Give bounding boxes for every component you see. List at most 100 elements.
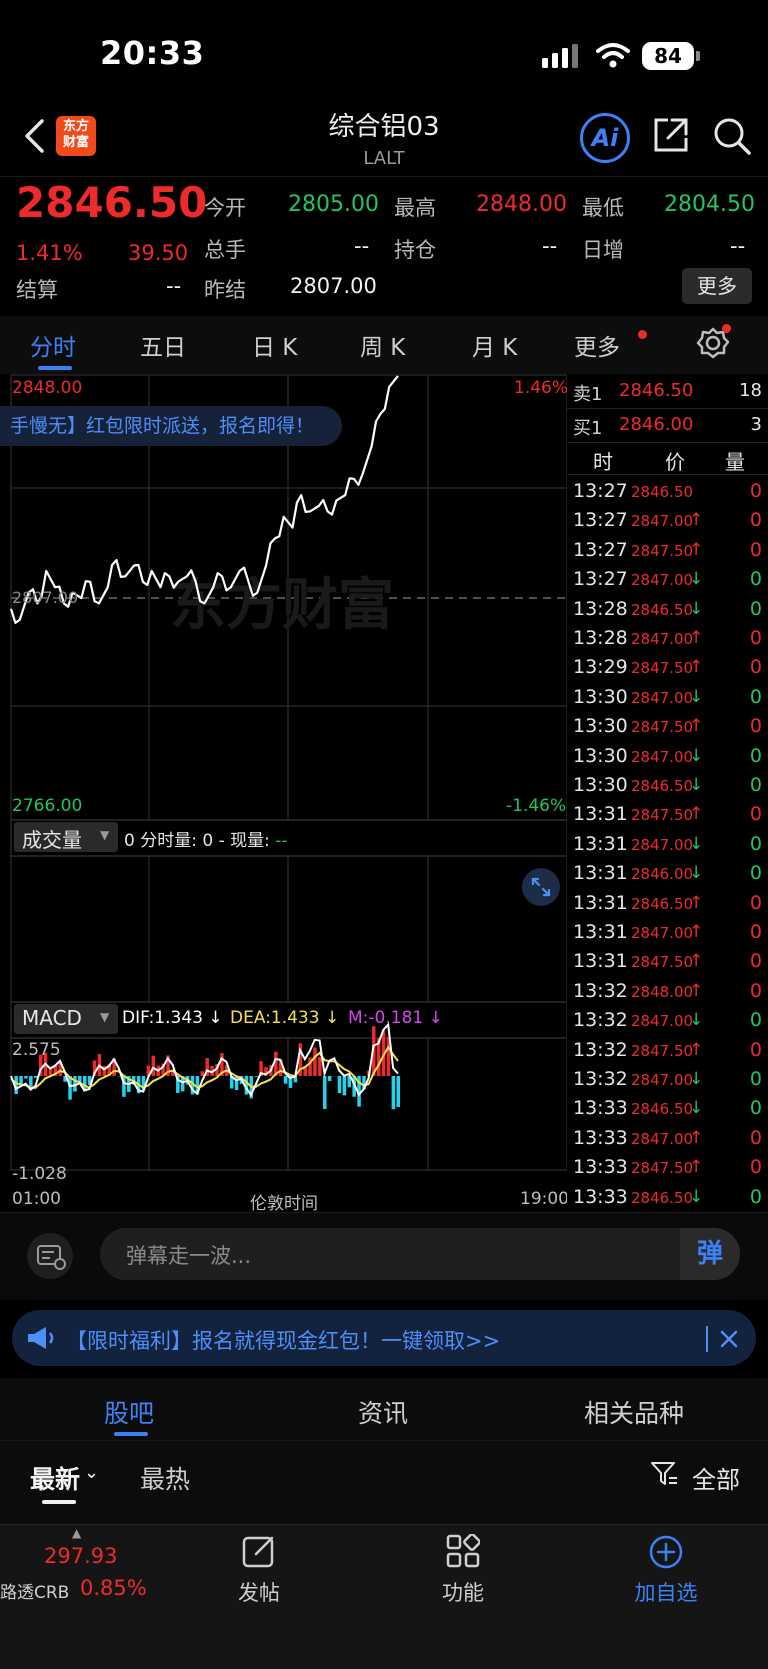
volume-value: -- bbox=[354, 234, 370, 258]
macd-indicator-select[interactable]: MACD ▼ bbox=[14, 1004, 118, 1034]
bid-qty: 3 bbox=[750, 414, 762, 435]
tab-daily-k[interactable]: 日 K bbox=[252, 328, 297, 362]
trade-price: 2847.00 bbox=[631, 1129, 694, 1148]
tab-monthly-k[interactable]: 月 K bbox=[472, 328, 517, 362]
trade-time: 13:27 bbox=[573, 568, 628, 591]
filter-icon[interactable] bbox=[650, 1460, 678, 1488]
ask-label: 卖1 bbox=[573, 384, 603, 405]
trade-price: 2848.00 bbox=[631, 982, 694, 1001]
trade-time: 13:31 bbox=[573, 803, 628, 826]
trade-qty: 0 bbox=[749, 862, 762, 885]
trade-price: 2847.50 bbox=[631, 806, 694, 825]
ask-row: 卖1 2846.50 18 bbox=[567, 380, 768, 409]
apps-icon[interactable] bbox=[446, 1534, 480, 1568]
tab-five-day[interactable]: 五日 bbox=[140, 328, 186, 362]
pct-high-label: 1.46% bbox=[514, 378, 569, 398]
arrow-down-icon: ↓ bbox=[689, 569, 704, 590]
high-label: 最高 bbox=[394, 196, 436, 220]
trade-row: 13:31 2847.00 ↑ 0 bbox=[567, 921, 768, 950]
prev-close-label: 2807.00 bbox=[12, 588, 79, 607]
banner-divider bbox=[706, 1326, 708, 1352]
prev-settle-value: 2807.00 bbox=[290, 274, 377, 298]
filter-all[interactable]: 全部 bbox=[692, 1460, 740, 1495]
time-start-label: 01:00 bbox=[12, 1189, 61, 1209]
trade-price: 2847.00 bbox=[631, 512, 694, 531]
trade-row: 13:27 2847.50 ↑ 0 bbox=[567, 539, 768, 568]
macd-bar bbox=[254, 1076, 258, 1077]
promo-pill[interactable]: 手慢无】红包限时派送，报名即得！ bbox=[0, 406, 342, 446]
macd-bar bbox=[391, 1076, 396, 1110]
add-watchlist-label[interactable]: 加自选 bbox=[606, 1577, 726, 1607]
ai-button[interactable]: Ai bbox=[580, 113, 630, 163]
trade-price: 2847.50 bbox=[631, 541, 694, 560]
trade-price: 2847.50 bbox=[631, 953, 694, 972]
arrow-up-icon: ↑ bbox=[689, 1039, 704, 1060]
arrow-up-icon: ↑ bbox=[689, 1127, 704, 1148]
trade-qty: 0 bbox=[749, 774, 762, 796]
more-quote-button[interactable]: 更多 bbox=[682, 268, 752, 304]
trade-time: 13:29 bbox=[573, 656, 628, 679]
trade-price: 2846.50 bbox=[631, 894, 694, 913]
battery-indicator: 84 bbox=[642, 42, 694, 70]
search-icon[interactable] bbox=[712, 116, 752, 156]
danmu-settings-icon[interactable] bbox=[26, 1232, 74, 1280]
add-circle-icon[interactable] bbox=[648, 1534, 684, 1570]
intraday-chart[interactable]: 东方财富 bbox=[0, 374, 567, 1210]
filter-latest[interactable]: 最新 bbox=[30, 1460, 80, 1496]
trade-price: 2846.00 bbox=[631, 865, 694, 884]
trade-time: 13:30 bbox=[573, 715, 628, 738]
tab-news[interactable]: 资讯 bbox=[358, 1394, 408, 1430]
tab-intraday[interactable]: 分时 bbox=[30, 328, 76, 362]
trade-qty: 0 bbox=[749, 1185, 762, 1208]
trade-qty: 0 bbox=[749, 1009, 762, 1032]
tab-forum[interactable]: 股吧 bbox=[104, 1394, 154, 1430]
trade-price: 2847.00 bbox=[631, 924, 694, 942]
index-name[interactable]: 路透CRB bbox=[0, 1578, 69, 1603]
trade-qty: 0 bbox=[749, 627, 762, 649]
post-label[interactable]: 发帖 bbox=[199, 1577, 319, 1607]
macd-dea-value: DEA:1.433 ↓ bbox=[230, 1008, 340, 1028]
trade-qty: 0 bbox=[749, 597, 762, 620]
trade-row: 13:29 2847.50 ↑ 0 bbox=[567, 656, 768, 685]
index-value[interactable]: 297.93 bbox=[44, 1544, 117, 1568]
tab-related[interactable]: 相关品种 bbox=[584, 1394, 684, 1430]
trade-price: 2847.50 bbox=[631, 718, 694, 737]
time-mid-label: 伦敦时间 bbox=[250, 1194, 318, 1214]
trade-price: 2846.50 bbox=[631, 483, 694, 501]
expand-button[interactable] bbox=[522, 868, 560, 906]
danmu-placeholder: 弹幕走一波... bbox=[126, 1244, 252, 1268]
trade-time: 13:32 bbox=[573, 1038, 628, 1061]
ask-qty: 18 bbox=[739, 380, 762, 401]
ask-price: 2846.50 bbox=[619, 380, 694, 401]
book-divider bbox=[567, 442, 768, 443]
chevron-down-icon[interactable]: ⌄ bbox=[84, 1462, 99, 1483]
tab-weekly-k[interactable]: 周 K bbox=[360, 328, 405, 362]
filter-hot[interactable]: 最热 bbox=[140, 1460, 190, 1496]
danmu-toggle-button[interactable]: 弹 bbox=[680, 1228, 740, 1280]
period-tabs: 分时 五日 日 K 周 K 月 K 更多 bbox=[0, 316, 768, 374]
trade-row: 13:32 2847.50 ↑ 0 bbox=[567, 1039, 768, 1068]
trade-row: 13:32 2847.00 ↓ 0 bbox=[567, 1009, 768, 1038]
low-label: 最低 bbox=[582, 196, 624, 220]
trade-time: 13:32 bbox=[573, 1068, 628, 1090]
time-end-label: 19:00 bbox=[520, 1189, 569, 1209]
share-icon[interactable] bbox=[652, 116, 690, 154]
tab-more[interactable]: 更多 bbox=[574, 328, 620, 362]
arrow-down-icon: ↓ bbox=[689, 775, 704, 795]
volume-indicator-label: 成交量 bbox=[22, 828, 82, 852]
last-price: 2846.50 bbox=[16, 178, 208, 227]
open-interest-label: 持仓 bbox=[394, 238, 436, 262]
function-label[interactable]: 功能 bbox=[403, 1577, 523, 1607]
close-icon[interactable] bbox=[718, 1328, 740, 1350]
trade-qty: 0 bbox=[749, 1097, 762, 1120]
macd-indicator-label: MACD bbox=[22, 1006, 82, 1030]
arrow-up-icon: ↑ bbox=[689, 1157, 704, 1178]
day-increase-label: 日增 bbox=[582, 238, 624, 262]
notification-dot bbox=[638, 330, 647, 339]
trade-time: 13:28 bbox=[573, 597, 628, 620]
volume-info-text: 0 分时量: 0 - 现量: bbox=[124, 831, 276, 851]
edit-icon[interactable] bbox=[242, 1534, 276, 1568]
volume-indicator-select[interactable]: 成交量 ▼ bbox=[14, 822, 118, 852]
trade-qty: 0 bbox=[749, 715, 762, 738]
trade-row: 13:30 2847.50 ↑ 0 bbox=[567, 715, 768, 744]
